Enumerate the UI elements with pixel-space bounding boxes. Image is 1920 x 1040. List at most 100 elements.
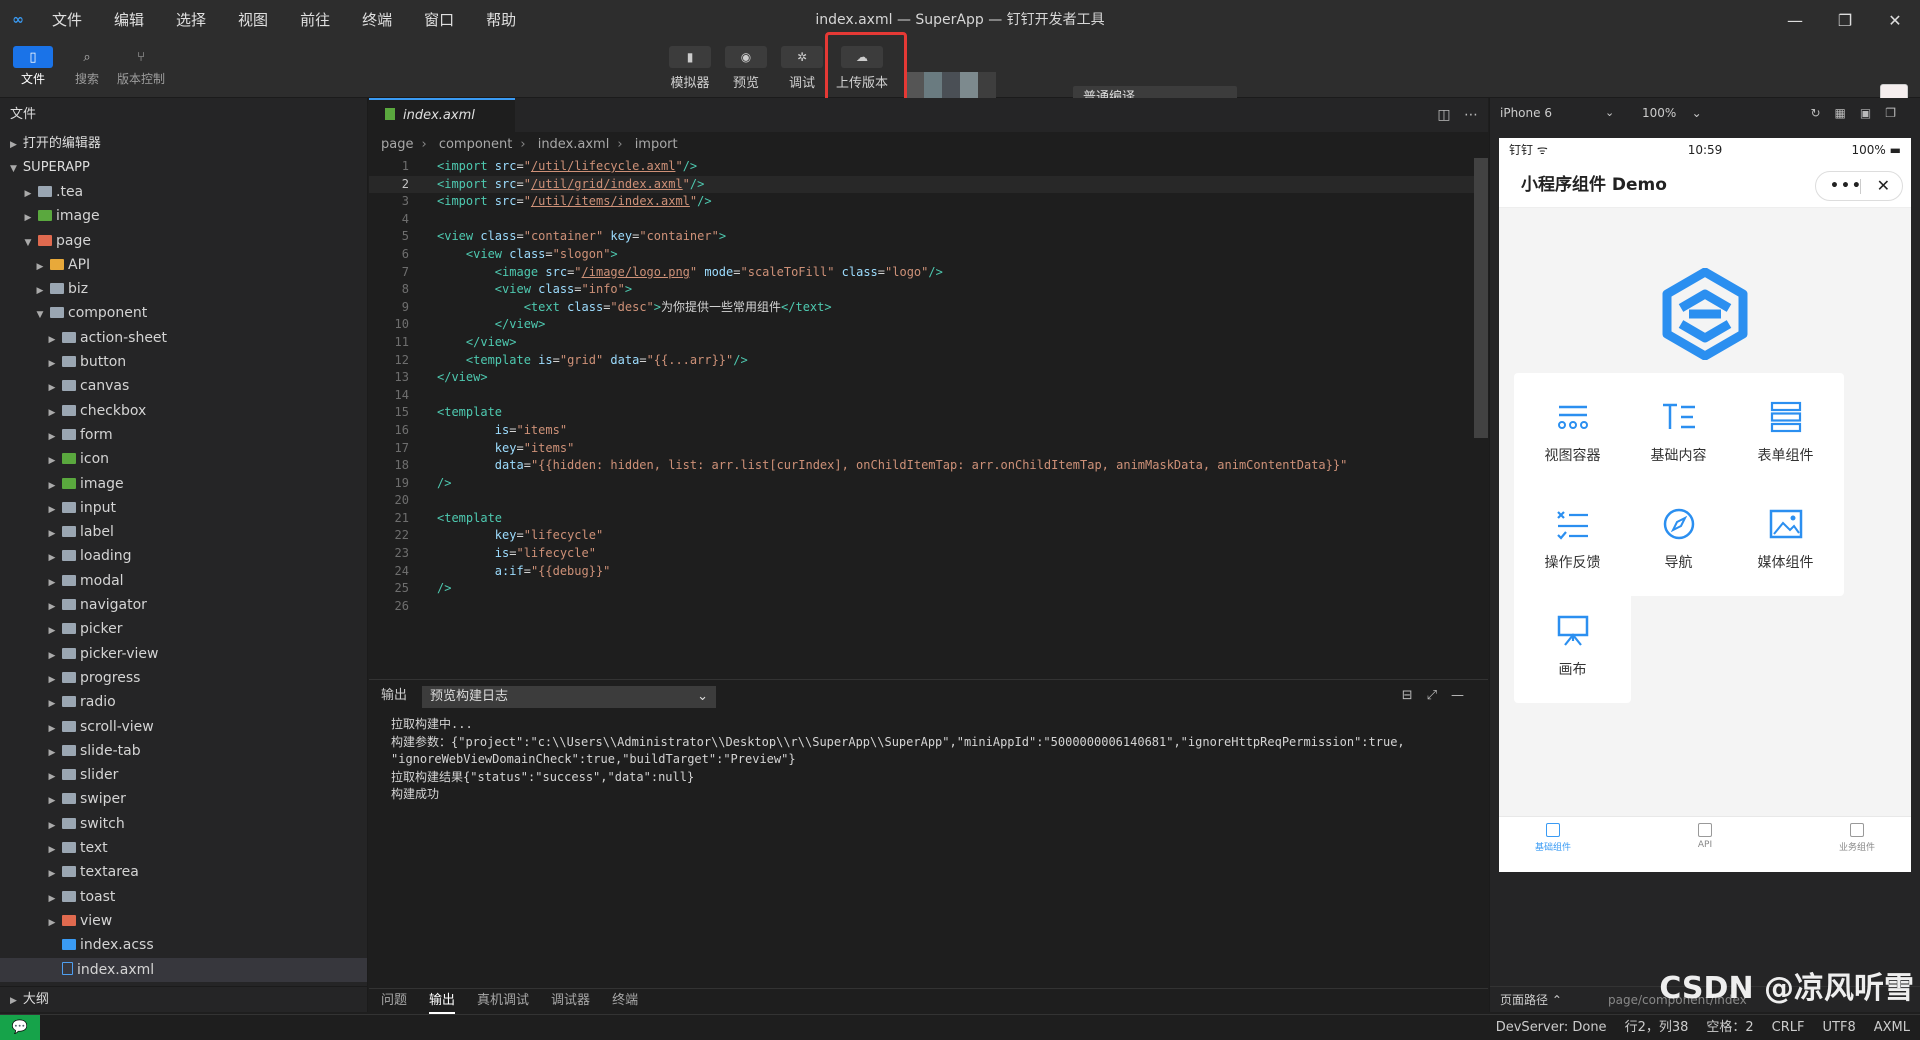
grid-item[interactable]: 画布: [1514, 587, 1631, 703]
editor-tab[interactable]: index.axml: [369, 98, 515, 132]
device-select[interactable]: iPhone 6: [1500, 98, 1552, 128]
breadcrumb-item[interactable]: component: [439, 137, 513, 152]
breadcrumb-item[interactable]: import: [635, 137, 678, 152]
tree-item[interactable]: ▶ image: [0, 204, 367, 228]
split-editor-icon[interactable]: ◫: [1437, 107, 1450, 123]
tree-item[interactable]: ▶ action-sheet: [0, 326, 367, 350]
maximize-icon[interactable]: ⤢: [1427, 688, 1451, 703]
tree-item[interactable]: ▶ .tea: [0, 180, 367, 204]
tree-item[interactable]: ▶ slide-tab: [0, 739, 367, 763]
menu-item[interactable]: 文件: [36, 0, 98, 40]
grid-icon[interactable]: ▦: [1835, 106, 1860, 120]
menu-item[interactable]: 终端: [346, 0, 408, 40]
tree-item[interactable]: ▶ slider: [0, 763, 367, 787]
page-path-toggle[interactable]: 页面路径 ⌃: [1500, 987, 1562, 1013]
activity-scm-button[interactable]: ⑂ 版本控制: [116, 44, 166, 94]
tree-item[interactable]: index.acss: [0, 933, 367, 957]
status-item[interactable]: 行2，列38: [1625, 1015, 1689, 1040]
tree-item[interactable]: ▶ radio: [0, 690, 367, 714]
panel-tab[interactable]: 输出: [429, 989, 456, 1014]
menu-item[interactable]: 帮助: [470, 0, 532, 40]
menu-item[interactable]: 窗口: [408, 0, 470, 40]
tab-basic-components[interactable]: 基础组件: [1513, 823, 1593, 853]
screenshot-icon[interactable]: ▣: [1860, 106, 1885, 120]
tree-item[interactable]: ▶ picker: [0, 617, 367, 641]
chevron-down-icon[interactable]: ⌄: [1605, 98, 1614, 128]
tree-item[interactable]: ▶ label: [0, 520, 367, 544]
tree-item[interactable]: ▶ modal: [0, 569, 367, 593]
tab-api[interactable]: API: [1665, 823, 1745, 850]
tree-item[interactable]: ▶ navigator: [0, 593, 367, 617]
status-item[interactable]: AXML: [1874, 1015, 1910, 1040]
code-area[interactable]: 1 <import src="/util/lifecycle.axml"/> 2 <i…: [369, 158, 1488, 615]
tree-item[interactable]: ▶ scroll-view: [0, 715, 367, 739]
panel-tab[interactable]: 问题: [381, 989, 407, 1014]
grid-item[interactable]: 媒体组件: [1727, 480, 1844, 596]
tree-item[interactable]: ▶ button: [0, 350, 367, 374]
tree-item[interactable]: ▶ toast: [0, 885, 367, 909]
outline-section[interactable]: ▶ 大纲: [0, 986, 367, 1012]
open-editors-section[interactable]: ▶ 打开的编辑器: [0, 132, 367, 156]
menu-item[interactable]: 编辑: [98, 0, 160, 40]
breadcrumb-item[interactable]: index.axml: [538, 137, 610, 152]
tree-item[interactable]: ▶ text: [0, 836, 367, 860]
status-item[interactable]: CRLF: [1772, 1015, 1805, 1040]
activity-search-button[interactable]: ⌕ 搜索: [62, 44, 112, 94]
phone-screen[interactable]: 钉钉 ᯤ 10:59 100% ▬ 小程序组件 Demo ••• ✕ 视图容器 …: [1499, 138, 1911, 872]
status-item[interactable]: DevServer: Done: [1496, 1015, 1607, 1040]
zoom-select[interactable]: 100% ⌄: [1642, 98, 1702, 128]
more-icon[interactable]: ⋯: [1464, 107, 1478, 123]
panel-tab[interactable]: 调试器: [551, 989, 590, 1014]
preview-button[interactable]: ◉ 预览: [720, 44, 772, 91]
panel-tab[interactable]: 终端: [612, 989, 638, 1014]
grid-item[interactable]: 基础内容: [1620, 373, 1737, 489]
minimize-panel-icon[interactable]: —: [1451, 688, 1478, 703]
status-item[interactable]: UTF8: [1823, 1015, 1856, 1040]
close-icon[interactable]: ✕: [1870, 0, 1920, 40]
editor-scrollbar[interactable]: [1474, 158, 1488, 438]
minimize-icon[interactable]: —: [1770, 0, 1820, 40]
more-icon[interactable]: •••: [1830, 172, 1863, 200]
grid-item[interactable]: 导航: [1620, 480, 1737, 596]
tree-item[interactable]: ▶ canvas: [0, 374, 367, 398]
menu-item[interactable]: 视图: [222, 0, 284, 40]
tree-item[interactable]: ▶ checkbox: [0, 399, 367, 423]
refresh-icon[interactable]: ↻: [1810, 106, 1834, 120]
menu-item[interactable]: 前往: [284, 0, 346, 40]
tree-item[interactable]: ▼ page: [0, 229, 367, 253]
simulator-button[interactable]: ▮ 模拟器: [664, 44, 716, 91]
grid-item[interactable]: 视图容器: [1514, 373, 1631, 489]
project-section[interactable]: ▼ SUPERAPP: [0, 156, 367, 180]
tree-item[interactable]: ▶ loading: [0, 544, 367, 568]
tree-item[interactable]: ▶ image: [0, 472, 367, 496]
grid-item[interactable]: 操作反馈: [1514, 480, 1631, 596]
tree-item[interactable]: ▶ input: [0, 496, 367, 520]
tab-business-components[interactable]: 业务组件: [1817, 823, 1897, 853]
breadcrumb-item[interactable]: page: [381, 137, 413, 152]
restore-icon[interactable]: ❐: [1820, 0, 1870, 40]
activity-files-button[interactable]: ▯ 文件: [8, 44, 58, 94]
close-icon[interactable]: ✕: [1877, 172, 1890, 200]
tree-item[interactable]: ▼ component: [0, 301, 367, 325]
tree-item[interactable]: ▶ swiper: [0, 787, 367, 811]
tree-item[interactable]: ▶ API: [0, 253, 367, 277]
window-icon[interactable]: ❐: [1885, 106, 1910, 120]
tree-item[interactable]: index.axml: [0, 957, 367, 982]
debug-button[interactable]: ✲ 调试: [776, 44, 828, 91]
chat-icon[interactable]: 💬: [0, 1015, 40, 1040]
status-item[interactable]: 空格：2: [1706, 1015, 1753, 1040]
tree-item[interactable]: ▶ view: [0, 909, 367, 933]
tree-item[interactable]: ▶ switch: [0, 812, 367, 836]
tree-item[interactable]: ▶ textarea: [0, 860, 367, 884]
menu-item[interactable]: 选择: [160, 0, 222, 40]
tree-item[interactable]: ▶ picker-view: [0, 642, 367, 666]
tree-item[interactable]: ▶ icon: [0, 447, 367, 471]
grid-item[interactable]: 表单组件: [1727, 373, 1844, 489]
panel-tab[interactable]: 真机调试: [477, 989, 529, 1014]
lock-icon[interactable]: ⊟: [1402, 688, 1427, 703]
tree-item[interactable]: ▶ biz: [0, 277, 367, 301]
tree-item[interactable]: ▶ form: [0, 423, 367, 447]
output-channel-select[interactable]: 预览构建日志 ⌄: [422, 686, 716, 708]
tree-item[interactable]: ▶ progress: [0, 666, 367, 690]
debug-label: 调试: [788, 76, 815, 91]
